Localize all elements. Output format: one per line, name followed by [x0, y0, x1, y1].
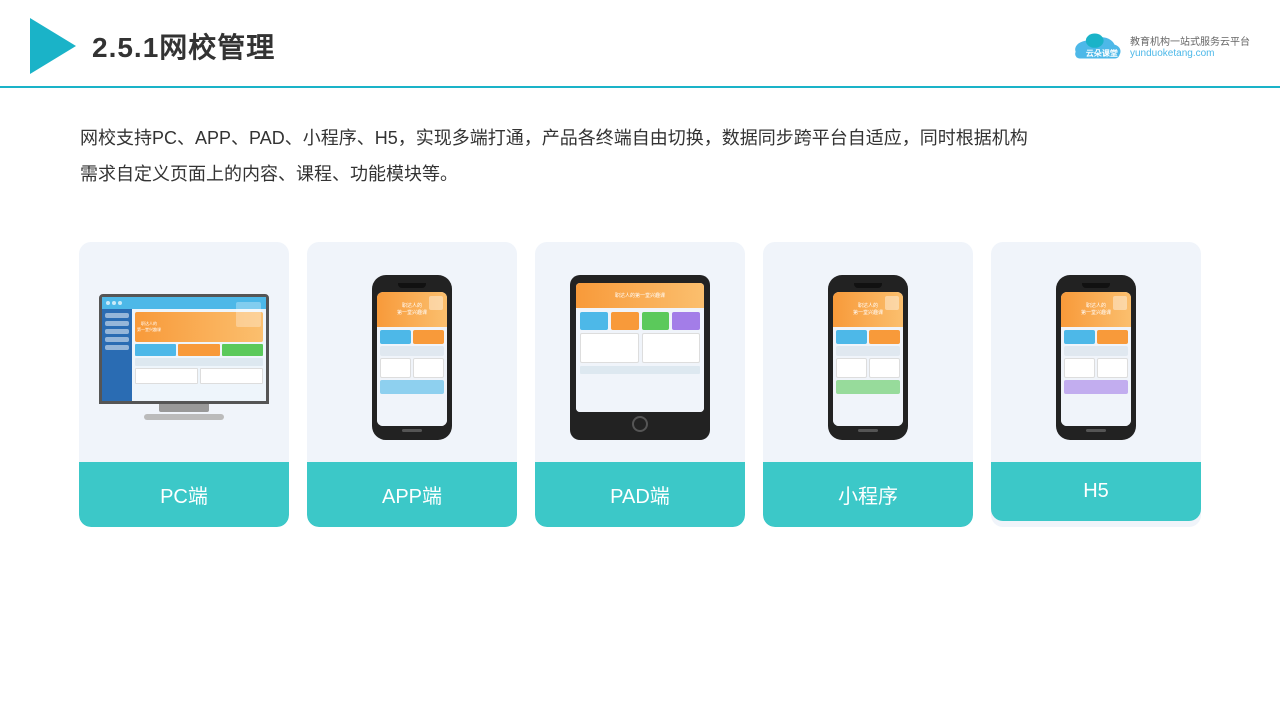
svg-text:云朵课堂: 云朵课堂: [1086, 48, 1118, 58]
pc-screen: 职达人的第一堂兴趣课: [99, 294, 269, 404]
phone-notch: [398, 283, 426, 288]
header: 2.5.1网校管理 云朵课堂 教育机构一站式服务云平台 yunduoketang…: [0, 0, 1280, 88]
phone-mockup-miniprogram: 职达人的第一堂兴趣课: [828, 275, 908, 440]
phone-screen-h5: 职达人的第一堂兴趣课: [1061, 292, 1131, 426]
phone-screen-app: 职达人的第一堂兴趣课: [377, 292, 447, 426]
card-pc-label: PC端: [79, 462, 289, 527]
phone-home-h5: [1086, 429, 1106, 432]
card-miniprogram-image: 职达人的第一堂兴趣课: [763, 242, 973, 462]
phone-home-app: [402, 429, 422, 432]
card-miniprogram: 职达人的第一堂兴趣课: [763, 242, 973, 527]
pc-stand: [159, 404, 209, 412]
card-pc: 职达人的第一堂兴趣课: [79, 242, 289, 527]
brand-url: yunduoketang.com: [1130, 48, 1215, 59]
header-left: 2.5.1网校管理: [30, 18, 275, 74]
description-line1: 网校支持PC、APP、PAD、小程序、H5，实现多端打通，产品各终端自由切换，数…: [80, 120, 1200, 156]
phone-notch-mini: [854, 283, 882, 288]
card-pad-label: PAD端: [535, 462, 745, 527]
brand-logo: 云朵课堂 教育机构一站式服务云平台 yunduoketang.com: [1069, 30, 1250, 62]
brand-tagline: 教育机构一站式服务云平台: [1130, 33, 1250, 48]
cards-container: 职达人的第一堂兴趣课: [0, 222, 1280, 547]
card-pad-image: 职达人的第一堂兴趣课: [535, 242, 745, 462]
tablet-home: [632, 416, 648, 432]
card-app: 职达人的第一堂兴趣课: [307, 242, 517, 527]
logo-triangle-icon: [30, 18, 76, 74]
phone-mockup-app: 职达人的第一堂兴趣课: [372, 275, 452, 440]
phone-home-mini: [858, 429, 878, 432]
card-h5: 职达人的第一堂兴趣课: [991, 242, 1201, 527]
cloud-icon: 云朵课堂: [1069, 30, 1124, 62]
pc-base: [144, 414, 224, 420]
card-h5-label: H5: [991, 462, 1201, 521]
pc-mockup: 职达人的第一堂兴趣课: [99, 294, 269, 420]
brand-top: 云朵课堂 教育机构一站式服务云平台 yunduoketang.com: [1069, 30, 1250, 62]
tablet-mockup: 职达人的第一堂兴趣课: [570, 275, 710, 440]
tablet-screen: 职达人的第一堂兴趣课: [576, 283, 704, 412]
description-line2: 需求自定义页面上的内容、课程、功能模块等。: [80, 156, 1200, 192]
card-app-label: APP端: [307, 462, 517, 527]
phone-notch-h5: [1082, 283, 1110, 288]
description: 网校支持PC、APP、PAD、小程序、H5，实现多端打通，产品各终端自由切换，数…: [0, 88, 1280, 212]
header-right: 云朵课堂 教育机构一站式服务云平台 yunduoketang.com: [1069, 30, 1250, 62]
card-app-image: 职达人的第一堂兴趣课: [307, 242, 517, 462]
phone-mockup-h5: 职达人的第一堂兴趣课: [1056, 275, 1136, 440]
card-miniprogram-label: 小程序: [763, 462, 973, 527]
card-h5-image: 职达人的第一堂兴趣课: [991, 242, 1201, 462]
page-title: 2.5.1网校管理: [92, 26, 275, 66]
card-pc-image: 职达人的第一堂兴趣课: [79, 242, 289, 462]
card-pad: 职达人的第一堂兴趣课: [535, 242, 745, 527]
phone-screen-mini: 职达人的第一堂兴趣课: [833, 292, 903, 426]
